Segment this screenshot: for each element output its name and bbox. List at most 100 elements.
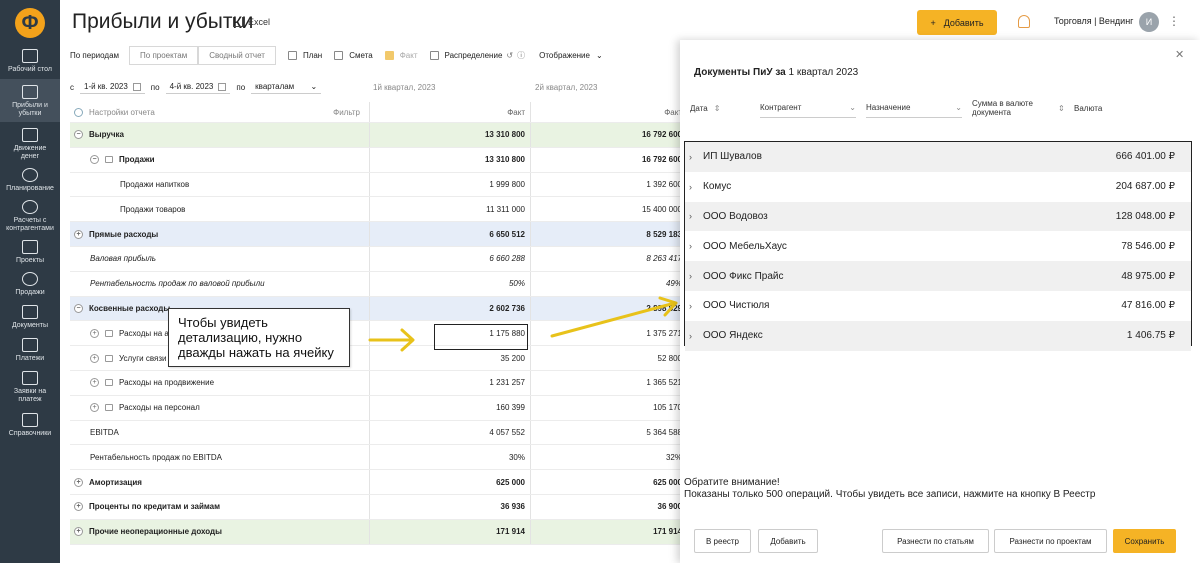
row-q2-value[interactable]: 1 365 521 [530,370,682,395]
sidebar-item-requests[interactable]: Заявки на платеж [0,367,60,409]
list-item[interactable]: › ООО Чистюля 47 816.00 ₽ [685,291,1191,321]
row-q1-value[interactable]: 1 999 800 [369,172,529,197]
filter-link[interactable]: Фильтр [333,108,360,117]
table-row[interactable]: Продажи напитков 1 999 800 1 392 600 [70,172,682,198]
row-q2-value[interactable]: 5 364 588 [530,420,682,445]
drawer-add-button[interactable]: Добавить [758,529,818,553]
row-q1-value[interactable]: 50% [369,271,529,296]
sidebar-item-profit-loss[interactable]: Прибыли и убытки [0,79,60,122]
list-item[interactable]: › ООО Водовоз 128 048.00 ₽ [685,201,1191,232]
column-purpose[interactable]: Назначение ⌄ [866,98,962,118]
display-dropdown[interactable]: Отображение ⌄ [539,51,603,60]
expand-icon[interactable]: + [74,527,83,537]
column-amount[interactable]: Сумма в валюте документа ⇕ [972,98,1070,118]
expand-icon[interactable]: + [74,502,83,512]
period-from-field[interactable]: 1-й кв. 2023 [80,80,145,94]
row-q1-value[interactable]: 625 000 [369,470,529,494]
row-q2-value[interactable]: 15 400 000 [530,197,682,222]
plan-checkbox[interactable]: План [287,50,322,60]
expand-icon[interactable]: + [90,403,99,413]
row-q2-value[interactable]: 105 170 [530,395,682,420]
row-q1-value[interactable]: 36 936 [369,494,529,519]
estimate-checkbox[interactable]: Смета [334,50,373,60]
row-q2-value[interactable]: 625 000 [530,470,682,494]
collapse-icon[interactable]: − [74,303,83,313]
granularity-select[interactable]: кварталам ⌄ [251,80,322,94]
logo[interactable]: Ф [0,0,60,46]
table-row[interactable]: − Косвенные расходы 2 602 736 2 898 829 [70,296,682,322]
table-row[interactable]: Валовая прибыль 6 660 288 8 263 417 [70,246,682,272]
table-row[interactable]: − Продажи 13 310 800 16 792 600 [70,147,682,173]
row-q2-value[interactable]: 171 914 [530,519,682,544]
sidebar-item-payments[interactable]: Платежи [0,334,60,367]
table-row[interactable]: + Проценты по кредитам и займам 36 936 36… [70,494,682,520]
report-settings-link[interactable]: Настройки отчета Фильтр [74,102,366,122]
refresh-icon[interactable]: ↺ [506,51,513,60]
tab-by-periods[interactable]: По периодам [70,46,129,65]
row-q2-value[interactable]: 16 792 600 [530,147,682,172]
table-row[interactable]: + Прочие неоперационные доходы 171 914 17… [70,519,682,545]
distribute-by-articles-button[interactable]: Разнести по статьям [882,529,989,553]
expand-icon[interactable]: + [90,378,99,388]
row-q1-value[interactable]: 30% [369,445,529,470]
sidebar-item-directories[interactable]: Справочники [0,409,60,441]
row-q2-value[interactable]: 8 263 417 [530,246,682,271]
fact-checkbox[interactable]: Факт [384,50,418,60]
sidebar-item-planning[interactable]: Планирование [0,162,60,194]
save-button[interactable]: Сохранить [1113,529,1176,553]
row-q2-value[interactable]: 36 900 [530,494,682,519]
table-row[interactable]: + Расходы на персонал 160 399 105 170 [70,395,682,421]
table-row[interactable]: Продажи товаров 11 311 000 15 400 000 [70,197,682,223]
help-icon[interactable]: ⓘ [517,50,525,61]
list-item[interactable]: › ООО Яндекс 1 406.75 ₽ [685,320,1191,351]
list-item[interactable]: › ООО Фикс Прайс 48 975.00 ₽ [685,261,1191,291]
row-q1-value[interactable]: 6 650 512 [369,222,529,246]
company-selector[interactable]: Торговля | Вендинг [1054,16,1133,26]
excel-export-button[interactable]: Excel [233,17,270,27]
row-q2-value[interactable]: 2 898 829 [530,296,682,321]
to-registry-button[interactable]: В реестр [694,529,751,553]
column-contractor[interactable]: Контрагент ⌄ [760,98,856,118]
period-to-field[interactable]: 4-й кв. 2023 [165,80,231,94]
row-q1-value[interactable]: 2 602 736 [369,296,529,321]
expand-icon[interactable]: + [74,477,83,487]
row-q2-value[interactable]: 8 529 183 [530,222,682,246]
more-menu-icon[interactable]: ⋮ [1168,14,1180,28]
row-q2-value[interactable]: 1 392 600 [530,172,682,197]
row-q2-value[interactable]: 16 792 600 [530,123,682,147]
expand-icon[interactable]: + [74,229,83,239]
table-row[interactable]: + Амортизация 625 000 625 000 [70,470,682,495]
distribute-by-projects-button[interactable]: Разнести по проектам [994,529,1107,553]
expand-icon[interactable]: + [90,328,99,338]
table-row[interactable]: + Прямые расходы 6 650 512 8 529 183 [70,222,682,247]
row-q1-value[interactable]: 6 660 288 [369,246,529,271]
sidebar-item-desktop[interactable]: Рабочий стол [0,46,60,79]
table-row[interactable]: EBITDA 4 057 552 5 364 588 [70,420,682,446]
row-q1-value[interactable]: 11 311 000 [369,197,529,222]
expand-icon[interactable]: + [90,353,99,363]
sidebar-item-projects[interactable]: Проекты [0,236,60,268]
collapse-icon[interactable]: − [90,155,99,165]
tab-by-projects[interactable]: По проектам [129,45,199,65]
row-q2-value[interactable]: 52 800 [530,346,682,370]
table-row[interactable]: + Расходы на продвижение 1 231 257 1 365 … [70,370,682,396]
table-row[interactable]: + Расходы на аренду 1 175 880 1 375 271 [70,321,682,347]
table-row[interactable]: Рентабельность продаж по валовой прибыли… [70,271,682,297]
close-icon[interactable]: ✕ [1175,48,1184,61]
table-row[interactable]: − Выручка 13 310 800 16 792 600 [70,123,682,148]
sidebar-item-sales[interactable]: Продажи [0,268,60,301]
sidebar-item-contractors[interactable]: Расчеты с контрагентами [0,194,60,236]
list-item[interactable]: › ООО МебельХаус 78 546.00 ₽ [685,231,1191,261]
row-q2-value[interactable]: 1 375 271 [530,321,682,346]
row-q1-value[interactable]: 13 310 800 [369,147,529,172]
row-q1-value[interactable]: 1 231 257 [369,370,529,395]
row-q1-value[interactable]: 4 057 552 [369,420,529,445]
distribution-checkbox[interactable]: Распределение [429,50,502,60]
column-date[interactable]: Дата ⇕ [690,98,730,118]
sidebar-item-money-flow[interactable]: Движение денег [0,122,60,162]
list-item[interactable]: › Комус 204 687.00 ₽ [685,172,1191,202]
list-item[interactable]: › ИП Шувалов 666 401.00 ₽ [685,142,1191,172]
avatar[interactable]: И [1139,12,1159,32]
bell-icon[interactable] [1018,15,1030,28]
row-q1-value[interactable]: 160 399 [369,395,529,420]
